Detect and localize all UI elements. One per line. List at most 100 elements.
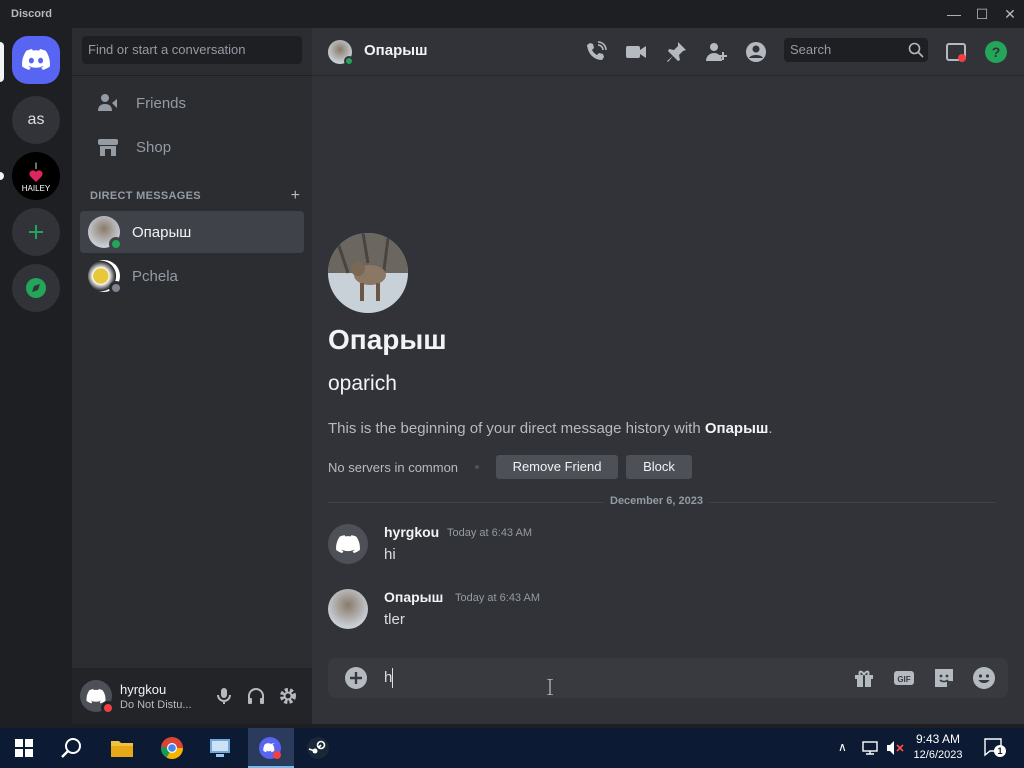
- dm-name: Pchela: [132, 267, 178, 285]
- tray-chevron-up-icon[interactable]: ∧: [838, 740, 847, 754]
- online-status-icon: [344, 56, 354, 66]
- avatar: [88, 216, 123, 251]
- chrome-icon[interactable]: [158, 734, 186, 762]
- message: Опарыш Today at 6:43 AM tler: [328, 589, 988, 639]
- separator-dot: [475, 465, 479, 469]
- shop-icon: [92, 137, 124, 157]
- chat-header: Опарыш Search ?: [312, 28, 1024, 76]
- direct-messages-header: DIRECT MESSAGES: [90, 190, 201, 202]
- app-name: Discord: [11, 8, 52, 20]
- svg-text:?: ?: [992, 44, 1001, 60]
- notifications-icon[interactable]: 1: [984, 738, 1006, 758]
- message-timestamp: Today at 6:43 AM: [447, 527, 532, 539]
- intro-avatar: [328, 233, 408, 313]
- user-status: Do Not Distu...: [120, 699, 192, 711]
- gif-icon[interactable]: GIF: [892, 666, 916, 690]
- taskbar: ∧ 9:43 AM 12/6/2023 1: [0, 728, 1024, 768]
- windows-start-icon[interactable]: [10, 734, 38, 762]
- intro-text-prefix: This is the beginning of your direct mes…: [328, 420, 705, 437]
- discord-taskbar-icon[interactable]: [256, 734, 284, 762]
- user-profile-icon[interactable]: [744, 40, 768, 64]
- nav-friends[interactable]: Friends: [80, 82, 304, 124]
- user-avatar[interactable]: [80, 680, 115, 715]
- text-cursor: [392, 668, 393, 688]
- minimize-button[interactable]: —: [944, 4, 964, 24]
- search-placeholder: Search: [790, 42, 832, 57]
- dm-name: Опарыш: [132, 223, 192, 241]
- svg-text:HAILEY: HAILEY: [22, 184, 51, 193]
- steam-icon[interactable]: [304, 734, 332, 762]
- nav-shop-label: Shop: [136, 138, 172, 156]
- attach-plus-icon[interactable]: [344, 666, 368, 690]
- video-call-icon[interactable]: [624, 40, 648, 64]
- avatar: [88, 260, 123, 295]
- selected-indicator: [0, 42, 4, 82]
- maximize-button[interactable]: ☐: [972, 4, 992, 24]
- network-icon[interactable]: [862, 740, 878, 761]
- server-list: as I HAILEY: [0, 28, 72, 724]
- do-not-disturb-icon: [101, 701, 115, 715]
- clock-time[interactable]: 9:43 AM: [908, 732, 968, 746]
- date-divider-label: December 6, 2023: [604, 495, 709, 507]
- remove-friend-button[interactable]: Remove Friend: [496, 455, 618, 479]
- svg-text:I: I: [35, 161, 38, 171]
- add-friend-icon[interactable]: [704, 40, 728, 64]
- find-conversation-input[interactable]: Find or start a conversation: [82, 36, 302, 64]
- server-hailey-icon: I HAILEY: [22, 161, 51, 193]
- plus-icon: [29, 225, 43, 239]
- emoji-icon[interactable]: [972, 666, 996, 690]
- notification-count-badge: 1: [994, 745, 1006, 757]
- message-author[interactable]: Опарыш: [384, 589, 443, 605]
- create-dm-button[interactable]: +: [291, 187, 300, 205]
- unread-indicator: [0, 172, 4, 180]
- channel-title: Опарыш: [364, 42, 428, 59]
- header-search-input[interactable]: Search: [784, 38, 928, 62]
- search-icon[interactable]: [58, 734, 86, 762]
- svg-text:GIF: GIF: [897, 675, 910, 684]
- sidebar-divider: [72, 75, 312, 76]
- help-icon[interactable]: ?: [984, 40, 1008, 64]
- message-avatar[interactable]: [328, 589, 368, 629]
- close-button[interactable]: ✕: [1000, 4, 1020, 24]
- gift-icon[interactable]: [852, 666, 876, 690]
- dm-sidebar: Find or start a conversation Friends Sho…: [72, 28, 312, 724]
- volume-muted-icon[interactable]: [886, 740, 904, 761]
- sticker-icon[interactable]: [932, 666, 956, 690]
- message-avatar[interactable]: [328, 524, 368, 564]
- block-button[interactable]: Block: [626, 455, 692, 479]
- message: hyrgkou Today at 6:43 AM hi: [328, 524, 988, 574]
- online-status-icon: [109, 237, 123, 251]
- pinned-messages-icon[interactable]: [664, 40, 688, 64]
- search-icon: [908, 42, 924, 58]
- title-bar: Discord — ☐ ✕: [0, 0, 1024, 28]
- message-author[interactable]: hyrgkou: [384, 524, 439, 540]
- server-hailey[interactable]: I HAILEY: [12, 152, 60, 200]
- mutual-servers-text: No servers in common: [328, 460, 459, 475]
- settings-gear-icon[interactable]: [278, 686, 298, 706]
- dm-item-pchela[interactable]: Pchela: [80, 255, 304, 297]
- message-timestamp: Today at 6:43 AM: [455, 592, 540, 604]
- control-panel-icon[interactable]: [206, 734, 234, 762]
- explore-servers-button[interactable]: [12, 264, 60, 312]
- inbox-icon[interactable]: [944, 40, 968, 64]
- clock-date[interactable]: 12/6/2023: [908, 749, 968, 761]
- message-composer[interactable]: h GIF: [328, 658, 1008, 698]
- file-explorer-icon[interactable]: [108, 734, 136, 762]
- user-name: hyrgkou: [120, 682, 167, 697]
- discord-logo-icon: [86, 688, 106, 703]
- voice-call-icon[interactable]: [584, 40, 608, 64]
- home-button[interactable]: [12, 36, 60, 84]
- nav-shop[interactable]: Shop: [80, 126, 304, 168]
- dm-item-oparysh[interactable]: Опарыш: [80, 211, 304, 253]
- mouse-text-cursor: [547, 678, 553, 696]
- headphones-icon[interactable]: [246, 686, 266, 706]
- intro-text-suffix: .: [768, 420, 773, 437]
- user-panel: hyrgkou Do Not Distu...: [72, 668, 312, 724]
- compass-icon: [26, 278, 46, 298]
- add-server-button[interactable]: [12, 208, 60, 256]
- message-text: hi: [384, 546, 396, 563]
- intro-display-name: Опарыш: [328, 324, 447, 355]
- server-as-label: as: [27, 111, 45, 128]
- server-as[interactable]: as: [12, 96, 60, 144]
- microphone-icon[interactable]: [214, 686, 234, 706]
